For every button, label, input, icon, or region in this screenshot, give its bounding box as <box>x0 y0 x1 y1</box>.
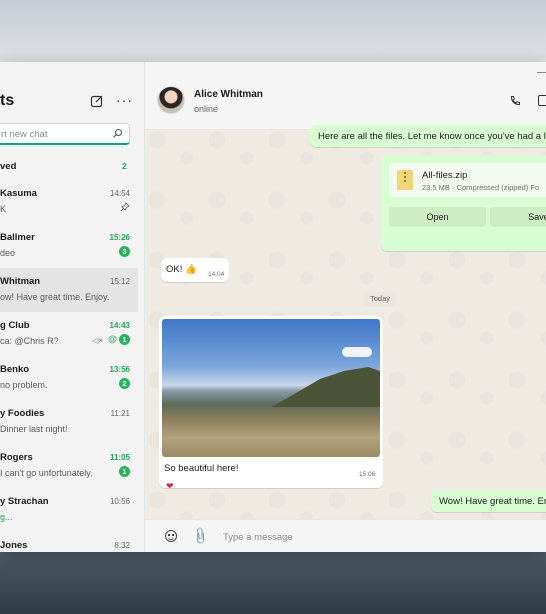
search-icon <box>113 128 123 138</box>
message-time: 14:04 <box>208 271 225 278</box>
phone-icon[interactable] <box>509 95 521 107</box>
app-window: ts ··· ved 2 Kasuma 14:54 K Ballmer <box>0 62 546 552</box>
chat-time: 15:12 <box>109 277 130 286</box>
zip-file-icon <box>397 170 413 190</box>
message-outgoing: Here are all the files. Let me know once… <box>310 125 546 147</box>
video-call-icon[interactable] <box>538 95 546 106</box>
chat-name: Jones <box>0 540 28 551</box>
chat-time: 15:26 <box>109 233 130 242</box>
new-chat-icon[interactable] <box>90 94 104 108</box>
attach-icon[interactable]: 📎 <box>190 526 210 546</box>
unread-badge: 1 <box>119 466 130 477</box>
message-outgoing: Wow! Have great time. En <box>431 490 546 512</box>
unread-badge: 2 <box>119 378 130 389</box>
photo-message: So beautiful here! 15:06 ❤ <box>159 316 383 491</box>
message-input[interactable] <box>223 529 523 545</box>
search-box[interactable] <box>0 123 130 145</box>
unread-badge: 3 <box>119 246 130 257</box>
photo-caption: So beautiful here! <box>164 463 239 474</box>
chat-time: 10:56 <box>109 497 130 506</box>
chat-preview: no problem. <box>0 380 48 390</box>
more-options-icon[interactable]: ··· <box>116 92 133 108</box>
file-card: All-files.zip 23.5 MB · Compressed (zipp… <box>389 163 546 197</box>
chat-preview: Dinner last night! <box>0 424 68 434</box>
chat-sidebar: ts ··· ved 2 Kasuma 14:54 K Ballmer <box>0 62 145 552</box>
chat-time: 14:54 <box>109 189 130 198</box>
file-meta: 23.5 MB · Compressed (zipped) Fo <box>422 183 540 192</box>
chat-time: 11:21 <box>110 409 130 418</box>
photo-cloud <box>342 347 372 357</box>
file-message: All-files.zip 23.5 MB · Compressed (zipp… <box>381 155 546 251</box>
contact-name[interactable]: Alice Whitman <box>194 89 263 100</box>
chat-name: Kasuma <box>0 188 37 199</box>
chat-item[interactable]: y Foodies 11:21 Dinner last night! <box>0 400 138 444</box>
chat-preview: ca: @Chris R? <box>0 336 59 346</box>
message-incoming: OK! 👍 14:04 <box>161 258 229 282</box>
conversation-header: Alice Whitman online <box>145 62 546 130</box>
unread-badge: 1 <box>119 334 130 345</box>
message-time: 15:06 <box>359 471 376 478</box>
contact-status: online <box>194 104 219 114</box>
mention-icon: @ <box>108 334 117 344</box>
chat-time: 13:56 <box>109 365 130 374</box>
chat-name: Ballmer <box>0 232 35 243</box>
chat-name: g Club <box>0 320 30 331</box>
message-composer: 📎 <box>145 519 546 552</box>
photo-hill <box>272 367 380 407</box>
pin-icon <box>120 202 130 212</box>
chat-preview: deo <box>0 248 16 258</box>
chat-name: Rogers <box>0 452 33 463</box>
message-text: OK! 👍 <box>166 264 197 275</box>
chat-item[interactable]: y Strachan 10:56 g... <box>0 488 138 532</box>
chat-time: 8:32 <box>114 541 130 550</box>
avatar[interactable] <box>157 86 185 114</box>
day-divider: Today <box>364 292 397 307</box>
conversation-pane: Alice Whitman online Here are all the fi… <box>145 62 546 552</box>
chat-preview: ow! Have great time. Enjoy. <box>0 292 110 302</box>
chat-name: y Strachan <box>0 496 49 507</box>
emoji-icon[interactable] <box>165 530 177 542</box>
chat-name: Benko <box>0 364 30 375</box>
chat-name: y Foodies <box>0 408 45 419</box>
chat-item[interactable]: Jones 8:32 <box>0 532 138 552</box>
chat-name: Whitman <box>0 276 41 287</box>
heart-reaction-icon[interactable]: ❤ <box>166 481 174 492</box>
archived-label: ved <box>0 161 17 172</box>
chat-preview: I can't go unfortunately. <box>0 468 93 478</box>
chat-item[interactable]: Ballmer 15:26 deo 3 <box>0 224 138 268</box>
chat-preview: g... <box>0 512 13 522</box>
save-file-button[interactable]: Save <box>490 207 546 227</box>
archived-count: 2 <box>122 161 127 171</box>
chat-item[interactable]: g Club 14:43 ca: @Chris R? ◁× @ 1 <box>0 312 138 356</box>
minimize-icon[interactable] <box>537 72 546 73</box>
archived-row[interactable]: ved 2 <box>0 158 145 174</box>
landscape-photo[interactable] <box>162 319 380 457</box>
chat-preview: K <box>0 204 7 214</box>
sidebar-title: ts <box>0 92 15 109</box>
chat-item[interactable]: Kasuma 14:54 K <box>0 180 138 224</box>
muted-icon: ◁× <box>92 336 103 345</box>
chat-item[interactable]: Benko 13:56 no problem. 2 <box>0 356 138 400</box>
chat-time: 14:43 <box>109 321 130 330</box>
chat-time: 11:05 <box>109 453 130 462</box>
search-input[interactable] <box>0 125 106 143</box>
chat-item[interactable]: Rogers 11:05 I can't go unfortunately. 1 <box>0 444 138 488</box>
open-file-button[interactable]: Open <box>389 207 486 227</box>
chat-item-active[interactable]: Whitman 15:12 ow! Have great time. Enjoy… <box>0 268 138 312</box>
file-name: All-files.zip <box>422 170 468 181</box>
